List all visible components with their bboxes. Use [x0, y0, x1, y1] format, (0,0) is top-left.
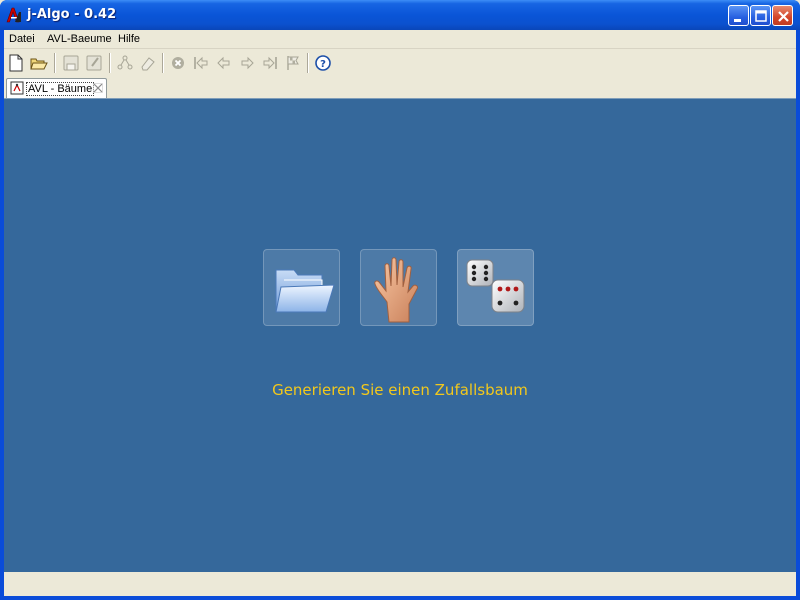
tab-label: AVL - Bäume	[26, 82, 95, 96]
close-button[interactable]	[772, 5, 793, 26]
new-file-icon[interactable]	[6, 53, 26, 73]
status-bar	[4, 572, 796, 596]
dice-icon	[466, 259, 525, 313]
finish-flag-icon[interactable]	[283, 53, 303, 73]
manual-input-button[interactable]	[360, 249, 437, 326]
menu-datei[interactable]: Datei	[9, 33, 35, 45]
hint-text: Generieren Sie einen Zufallsbaum	[272, 381, 528, 399]
open-file-button[interactable]	[263, 249, 340, 326]
next-step-icon[interactable]	[237, 53, 257, 73]
save-icon[interactable]	[61, 53, 81, 73]
toolbar-separator	[54, 53, 56, 73]
toolbar-separator	[307, 53, 309, 73]
save-as-icon[interactable]	[84, 53, 104, 73]
menu-bar: Datei AVL-Baeume Hilfe	[4, 30, 796, 49]
toolbar: ?	[4, 50, 796, 76]
svg-text:?: ?	[320, 59, 326, 70]
tab-avl-baeume[interactable]: AVL - Bäume	[6, 78, 107, 98]
title-bar[interactable]: j-Algo - 0.42	[0, 0, 800, 30]
eraser-icon[interactable]	[138, 53, 158, 73]
client-area: Datei AVL-Baeume Hilfe ? AVL - Bäume Gen…	[4, 30, 796, 596]
main-panel: Generieren Sie einen Zufallsbaum	[4, 98, 796, 572]
toolbar-separator	[162, 53, 164, 73]
minimize-button[interactable]	[728, 5, 749, 26]
jalgo-app-icon	[5, 6, 23, 24]
open-folder-icon	[275, 269, 335, 313]
tab-strip: AVL - Bäume	[4, 76, 796, 98]
tab-close-icon[interactable]	[91, 81, 105, 95]
application-window: j-Algo - 0.42 Datei AVL-Baeume Hilfe ? A…	[0, 0, 800, 600]
tree-icon[interactable]	[115, 53, 135, 73]
menu-hilfe[interactable]: Hilfe	[118, 33, 140, 45]
menu-avl-baeume[interactable]: AVL-Baeume	[47, 33, 112, 45]
tree-document-icon	[10, 81, 24, 95]
last-step-icon[interactable]	[260, 53, 280, 73]
random-tree-button[interactable]	[457, 249, 534, 326]
maximize-button[interactable]	[750, 5, 771, 26]
first-step-icon[interactable]	[191, 53, 211, 73]
hand-icon	[374, 257, 418, 323]
abort-icon[interactable]	[168, 53, 188, 73]
open-folder-icon[interactable]	[29, 53, 49, 73]
toolbar-separator	[109, 53, 111, 73]
previous-step-icon[interactable]	[214, 53, 234, 73]
help-icon[interactable]: ?	[313, 53, 333, 73]
window-title: j-Algo - 0.42	[27, 7, 117, 22]
